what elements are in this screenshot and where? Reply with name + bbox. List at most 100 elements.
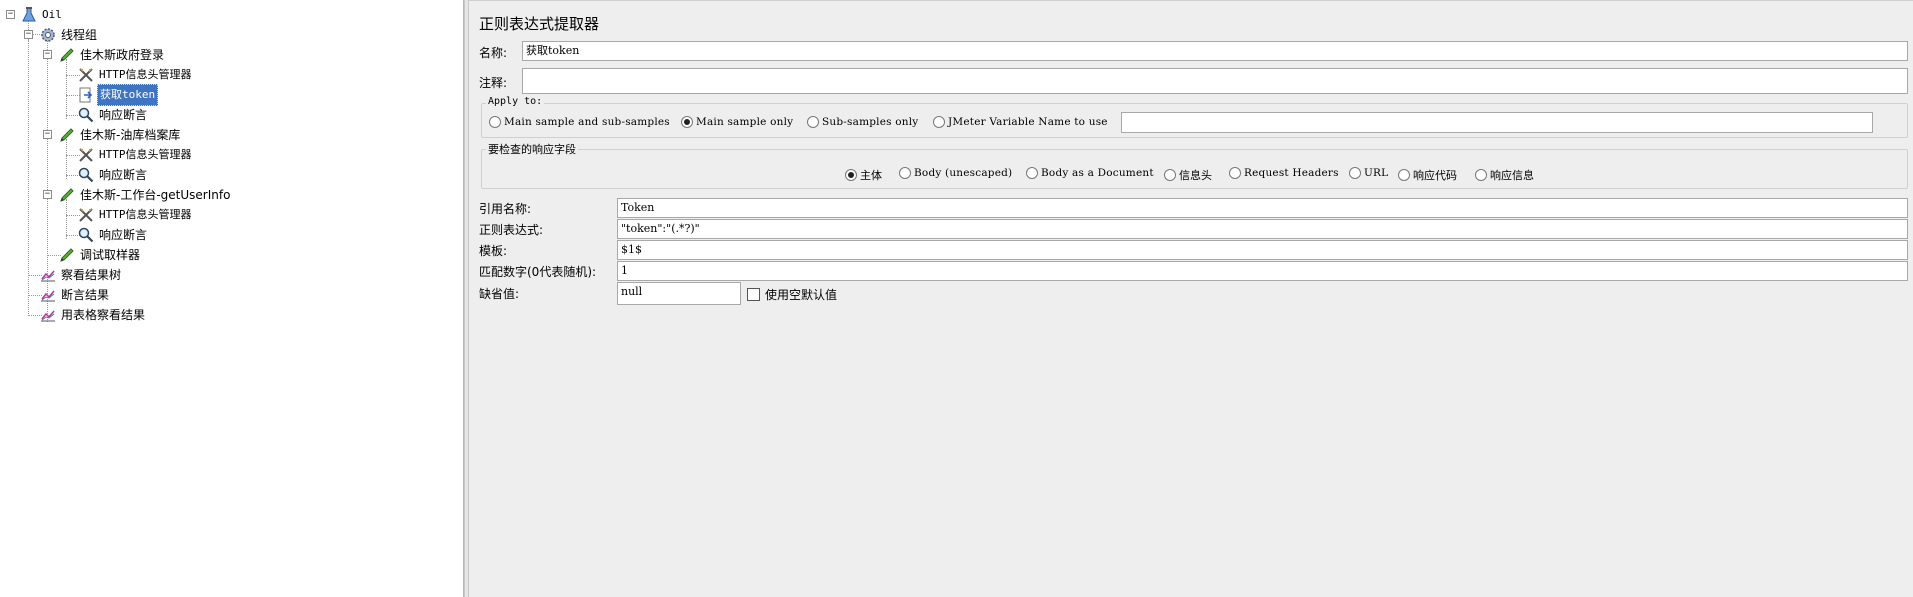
reference-name-label: 引用名称: [479, 202, 532, 216]
tree-node-listener[interactable]: 断言结果 [40, 285, 111, 305]
regex-extractor-panel: 正则表达式提取器 名称: 获取token 注释: Apply to: Main … [469, 0, 1913, 597]
apply-sub-only-radio[interactable]: Sub-samples only [807, 116, 918, 128]
radio-label: Request Headers [1244, 167, 1339, 179]
tree-node-label: 响应断言 [99, 108, 148, 122]
wrench-icon [78, 67, 94, 83]
gear-icon [40, 27, 56, 43]
apply-jmeter-variable-radio[interactable]: JMeter Variable Name to use [933, 116, 1108, 128]
magnifier-icon [78, 107, 94, 123]
radio-label: 主体 [860, 169, 882, 182]
radio-label: Sub-samples only [822, 116, 919, 128]
match-number-label: 匹配数字(0代表随机): [479, 265, 597, 279]
radio-indicator [807, 116, 819, 128]
field-body-unescaped-radio[interactable]: Body (unescaped) [899, 167, 1012, 179]
flask-icon [21, 7, 37, 23]
name-label: 名称: [479, 46, 508, 60]
tree-node-label: 响应断言 [99, 168, 148, 182]
match-number-field[interactable]: 1 [617, 261, 1908, 281]
sampler-pen-icon [59, 187, 75, 203]
tree-node-regex-extractor[interactable]: 获取token [78, 84, 159, 106]
radio-label: URL [1364, 167, 1389, 179]
radio-indicator [845, 169, 857, 181]
tree-connector [66, 139, 67, 179]
collapse-toggle-icon[interactable]: − [43, 190, 52, 199]
checkbox-label: 使用空默认值 [765, 288, 838, 302]
radio-label: Body as a Document [1041, 167, 1154, 179]
tree-node-http-sampler[interactable]: 佳木斯-工作台-getUserInfo [59, 185, 232, 205]
tree-node-header-manager[interactable]: HTTP信息头管理器 [78, 65, 194, 85]
name-field[interactable]: 获取token [522, 41, 1908, 61]
radio-indicator [489, 116, 501, 128]
tree-connector [66, 199, 67, 239]
chart-icon [40, 307, 56, 323]
field-request-headers-radio[interactable]: Request Headers [1229, 167, 1339, 179]
chart-icon [40, 287, 56, 303]
tree-node-http-sampler[interactable]: 佳木斯-油库档案库 [59, 125, 182, 145]
radio-label: JMeter Variable Name to use [948, 116, 1108, 128]
tree-node-response-assertion[interactable]: 响应断言 [78, 105, 149, 125]
magnifier-icon [78, 227, 94, 243]
tree-node-label: HTTP信息头管理器 [99, 208, 192, 221]
radio-indicator [1475, 169, 1487, 181]
use-empty-default-checkbox[interactable]: 使用空默认值 [747, 286, 837, 303]
tree-node-thread-group[interactable]: 线程组 [40, 25, 99, 45]
template-label: 模板: [479, 244, 508, 258]
radio-indicator [1349, 167, 1361, 179]
field-body-as-document-radio[interactable]: Body as a Document [1026, 167, 1154, 179]
tree-node-listener[interactable]: 察看结果树 [40, 265, 123, 285]
sampler-pen-icon [59, 127, 75, 143]
apply-main-and-sub-radio[interactable]: Main sample and sub-samples [489, 116, 670, 128]
apply-main-only-radio[interactable]: Main sample only [681, 116, 793, 128]
comment-field[interactable] [522, 68, 1908, 94]
collapse-toggle-icon[interactable]: − [43, 50, 52, 59]
tree-node-label: 获取token [97, 84, 159, 106]
tree-node-debug-sampler[interactable]: 调试取样器 [59, 245, 142, 265]
tree-node-listener[interactable]: 用表格察看结果 [40, 305, 147, 325]
wrench-icon [78, 147, 94, 163]
tree-node-test-plan[interactable]: Oil [21, 5, 64, 25]
default-value-field[interactable]: null [617, 282, 741, 305]
field-url-radio[interactable]: URL [1349, 167, 1388, 179]
extractor-arrow-icon [78, 87, 94, 103]
checkbox-indicator [747, 288, 760, 301]
sampler-pen-icon [59, 47, 75, 63]
collapse-toggle-icon[interactable]: − [24, 30, 33, 39]
tree-node-label: Oil [42, 8, 62, 21]
radio-indicator [681, 116, 693, 128]
tree-node-label: 用表格察看结果 [61, 308, 146, 322]
tree-node-label: 佳木斯-工作台-getUserInfo [80, 188, 231, 202]
test-plan-tree[interactable]: − − − − − Oil 线程组 佳木斯政府登录 HTTP信息头管理器 获取t… [0, 0, 464, 597]
radio-label: Main sample and sub-samples [504, 116, 670, 128]
apply-to-title: Apply to: [486, 96, 545, 107]
field-body-radio[interactable]: 主体 [845, 167, 882, 183]
tree-node-label: HTTP信息头管理器 [99, 68, 192, 81]
magnifier-icon [78, 167, 94, 183]
reference-name-field[interactable]: Token [617, 198, 1908, 218]
tree-node-response-assertion[interactable]: 响应断言 [78, 225, 149, 245]
field-to-check-title: 要检查的响应字段 [486, 141, 578, 157]
field-headers-radio[interactable]: 信息头 [1164, 167, 1212, 183]
tree-node-label: 察看结果树 [61, 268, 122, 282]
template-field[interactable]: $1$ [617, 240, 1908, 260]
tree-node-header-manager[interactable]: HTTP信息头管理器 [78, 145, 194, 165]
wrench-icon [78, 207, 94, 223]
collapse-toggle-icon[interactable]: − [43, 130, 52, 139]
chart-icon [40, 267, 56, 283]
tree-node-http-sampler[interactable]: 佳木斯政府登录 [59, 45, 166, 65]
tree-node-label: 佳木斯-油库档案库 [80, 128, 181, 142]
field-response-code-radio[interactable]: 响应代码 [1398, 167, 1457, 183]
tree-connector [28, 40, 29, 316]
field-response-message-radio[interactable]: 响应信息 [1475, 167, 1534, 183]
regex-label: 正则表达式: [479, 223, 544, 237]
tree-node-label: 调试取样器 [80, 248, 141, 262]
radio-indicator [933, 116, 945, 128]
tree-node-header-manager[interactable]: HTTP信息头管理器 [78, 205, 194, 225]
collapse-toggle-icon[interactable]: − [6, 10, 15, 19]
jmeter-variable-name-field[interactable] [1121, 112, 1873, 133]
radio-label: Main sample only [696, 116, 794, 128]
tree-node-label: HTTP信息头管理器 [99, 148, 192, 161]
regex-field[interactable]: "token":"(.*?)" [617, 219, 1908, 239]
radio-label: Body (unescaped) [914, 167, 1013, 179]
tree-node-response-assertion[interactable]: 响应断言 [78, 165, 149, 185]
radio-label: 响应代码 [1413, 169, 1457, 182]
